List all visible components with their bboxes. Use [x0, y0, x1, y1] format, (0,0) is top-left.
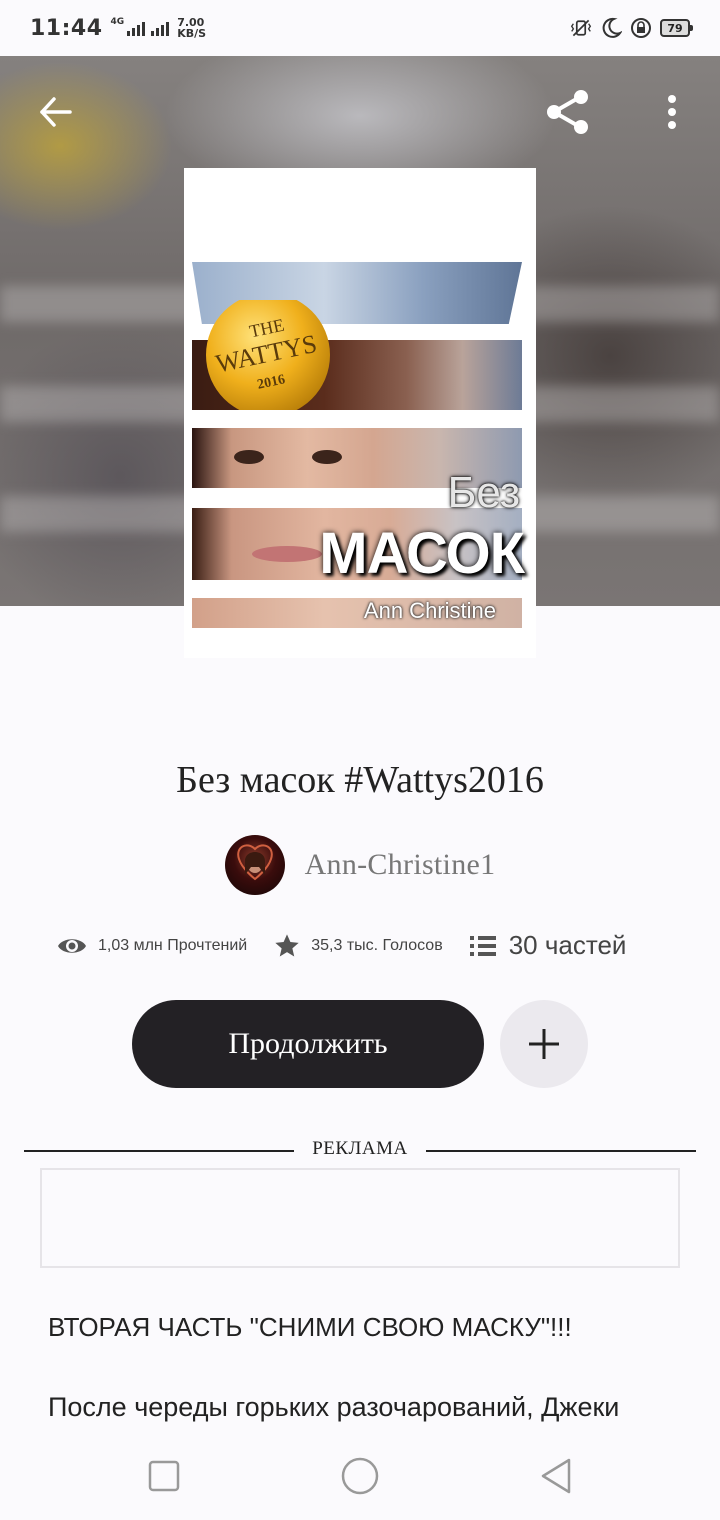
rotation-lock-icon — [630, 17, 652, 39]
recent-apps-button[interactable] — [138, 1450, 190, 1502]
book-cover[interactable]: THE WATTYS 2016 Без МАСОК Ann Christine — [184, 168, 536, 658]
reads-stat: 1,03 млн Прочтений — [56, 935, 247, 957]
description-line-2: После череды горьких разочарований, Джек… — [48, 1392, 620, 1422]
reads-count: 1,03 млн Прочтений — [98, 936, 248, 954]
system-navigation-bar — [0, 1432, 720, 1520]
more-options-button[interactable] — [644, 84, 700, 140]
more-vertical-icon — [668, 95, 676, 129]
add-to-library-button[interactable] — [500, 1000, 588, 1088]
share-button[interactable] — [540, 84, 596, 140]
cover-author: Ann Christine — [363, 598, 496, 623]
eye-icon — [58, 938, 86, 953]
triangle-back-icon — [541, 1458, 571, 1494]
wattys-badge: THE WATTYS 2016 — [206, 300, 330, 410]
star-icon — [275, 933, 299, 956]
signal-icon — [127, 20, 146, 36]
avatar-image — [236, 844, 273, 881]
arrow-left-icon — [40, 97, 72, 127]
network-speed: 7.00 KB/S — [177, 17, 206, 39]
cover-title-small: Без — [447, 468, 520, 517]
parts-count[interactable]: 30 частей — [509, 930, 627, 961]
description-line-1: ВТОРАЯ ЧАСТЬ "СНИМИ СВОЮ МАСКУ"!!! — [48, 1312, 572, 1342]
ad-header: РЕКЛАМА — [24, 1138, 696, 1164]
share-icon — [547, 90, 588, 134]
votes-count: 35,3 тыс. Голосов — [311, 936, 443, 954]
ad-label: РЕКЛАМА — [312, 1138, 408, 1159]
back-nav-button[interactable] — [530, 1450, 582, 1502]
author-avatar[interactable] — [224, 835, 285, 895]
status-bar: 11:44 4G 7.00 KB/S 79 — [0, 0, 720, 56]
square-icon — [148, 1460, 180, 1492]
circle-icon — [341, 1457, 379, 1495]
parts-stat[interactable]: 30 частей — [469, 930, 627, 961]
signal-2-icon — [151, 20, 170, 36]
ad-divider-right — [426, 1150, 696, 1152]
author-link[interactable]: Ann-Christine1 — [0, 835, 720, 895]
status-time: 11:44 — [30, 15, 103, 41]
story-details-screen: 11:44 4G 7.00 KB/S 79 THE WATTYS 2016 Бе… — [0, 0, 720, 1520]
story-stats: 1,03 млн Прочтений 35,3 тыс. Голосов 30 … — [56, 930, 676, 961]
book-title: Без масок #Wattys2016 — [176, 759, 544, 801]
list-icon — [469, 935, 496, 956]
status-icons: 79 — [570, 17, 693, 39]
speed-unit: KB/S — [177, 27, 207, 40]
network-type: 4G — [110, 17, 125, 27]
vibrate-icon — [570, 17, 592, 39]
back-button[interactable] — [28, 84, 84, 140]
ad-slot[interactable] — [40, 1168, 680, 1268]
continue-reading-button[interactable]: Продолжить — [132, 1000, 484, 1088]
author-name[interactable]: Ann-Christine1 — [305, 848, 496, 882]
plus-icon — [529, 1029, 559, 1059]
votes-stat: 35,3 тыс. Голосов — [273, 932, 443, 960]
home-button[interactable] — [334, 1450, 386, 1502]
moon-icon — [600, 17, 622, 39]
cover-title-big: МАСОК — [319, 521, 525, 586]
battery-indicator: 79 — [660, 19, 693, 37]
